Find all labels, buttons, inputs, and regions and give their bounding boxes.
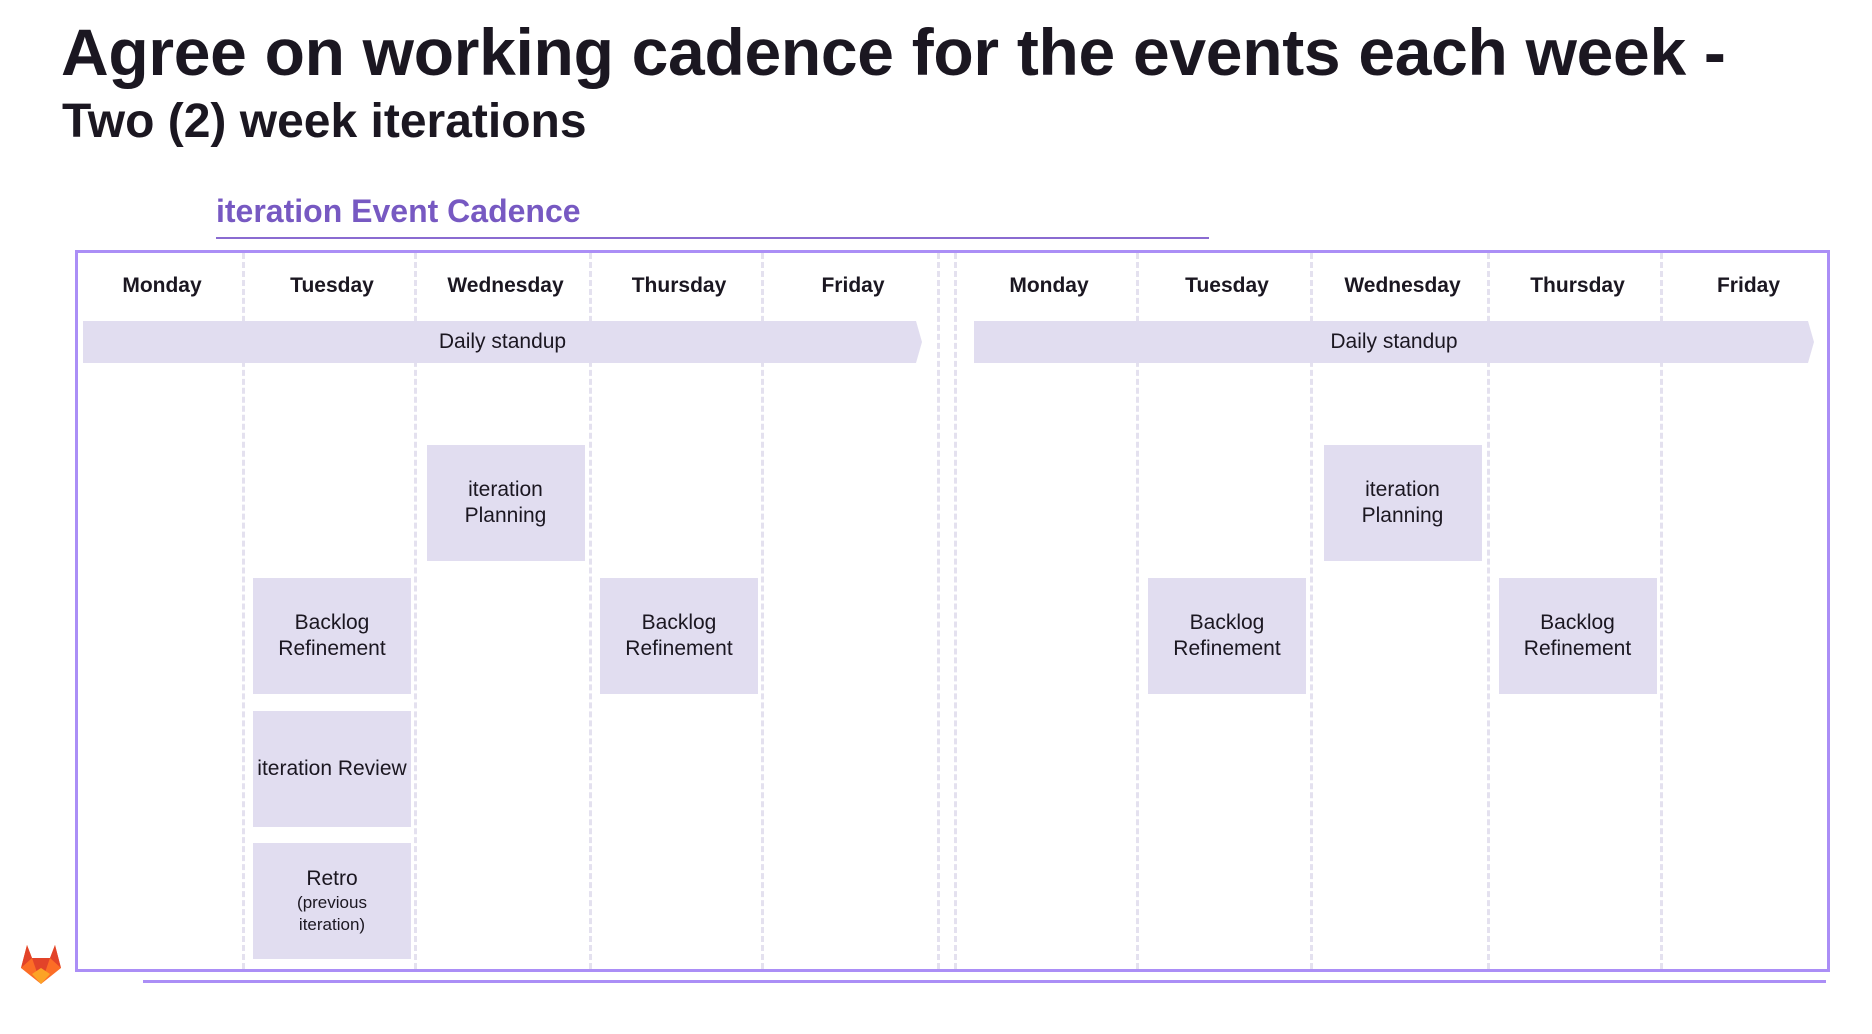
event-label: Backlog	[641, 611, 717, 634]
event-sublabel: iteration)	[298, 915, 366, 934]
event-label: Planning	[1361, 504, 1444, 527]
day-header-tuesday: Tuesday	[1185, 274, 1269, 297]
day-header-wednesday: Wednesday	[1344, 274, 1461, 297]
daily-standup-bar: Daily standup	[83, 321, 922, 363]
event-label: Refinement	[1523, 637, 1632, 660]
event-card: iteration Planning	[1323, 445, 1482, 561]
day-header-tuesday: Tuesday	[290, 274, 374, 297]
event-label: iteration	[468, 478, 543, 501]
event-label: Planning	[464, 504, 547, 527]
day-divider	[954, 253, 957, 969]
event-card: Backlog Refinement	[1498, 578, 1657, 694]
event-card: Retro (previous iteration)	[253, 843, 411, 959]
page-subtitle: Two (2) week iterations	[62, 95, 587, 148]
section-title: iteration Event Cadence	[216, 193, 581, 229]
event-label: Backlog	[1189, 611, 1265, 634]
event-label: Backlog	[1540, 611, 1615, 634]
day-header-thursday: Thursday	[1530, 274, 1625, 297]
day-header-thursday: Thursday	[631, 274, 727, 297]
event-label: iteration Review	[257, 757, 407, 780]
daily-standup-bar: Daily standup	[974, 321, 1814, 363]
day-header-wednesday: Wednesday	[447, 274, 564, 297]
day-header-friday: Friday	[1716, 274, 1781, 297]
event-card: Backlog Refinement	[600, 578, 758, 694]
event-label: Refinement	[625, 637, 733, 660]
section-underline	[216, 237, 1209, 239]
event-sublabel: (previous	[297, 893, 367, 912]
day-divider	[937, 253, 940, 969]
event-label: Refinement	[1173, 637, 1281, 660]
daily-standup-label: Daily standup	[438, 330, 567, 353]
daily-standup-label: Daily standup	[1330, 330, 1458, 353]
page-title: Agree on working cadence for the events …	[61, 15, 1726, 89]
event-card: iteration Review	[253, 711, 411, 827]
day-header-monday: Monday	[122, 274, 202, 297]
event-card: Backlog Refinement	[253, 578, 411, 694]
event-label: Refinement	[278, 637, 386, 660]
day-header-monday: Monday	[1009, 274, 1089, 297]
event-card: iteration Planning	[426, 445, 585, 561]
day-header-friday: Friday	[821, 274, 885, 297]
footer-rule	[143, 980, 1826, 983]
event-label: Backlog	[294, 611, 370, 634]
event-label: iteration	[1365, 478, 1440, 501]
gitlab-tanuki-icon	[21, 945, 61, 984]
event-label: Retro	[306, 867, 358, 890]
event-card: Backlog Refinement	[1148, 578, 1306, 694]
